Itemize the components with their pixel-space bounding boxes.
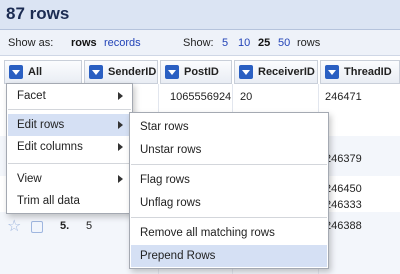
dropdown-arrow-icon[interactable] (165, 65, 179, 79)
dropdown-arrow-icon[interactable] (239, 65, 253, 79)
show-as-label: Show as: (8, 37, 54, 49)
page-size-10-link[interactable]: 10 (238, 30, 250, 56)
column-header-label: PostID (184, 66, 219, 78)
chevron-right-icon (118, 121, 123, 129)
column-header-label: SenderID (108, 66, 157, 78)
menu-item-label: Edit columns (17, 141, 83, 153)
view-options-bar: Show as: rows records Show: 5 10 25 50 r… (0, 30, 400, 56)
page-size-25-selected[interactable]: 25 (258, 30, 270, 56)
menu-item-label: View (17, 173, 42, 185)
menu-separator (131, 217, 327, 218)
cell-threadid: 246388 (325, 220, 362, 232)
all-column-menu: Facet Edit rows Edit columns View Trim a… (6, 83, 133, 214)
menu-item-view[interactable]: View (8, 168, 131, 190)
chevron-right-icon (118, 143, 123, 151)
chevron-right-icon (118, 92, 123, 100)
flag-icon[interactable] (31, 221, 43, 233)
menu-item-label: Trim all data (17, 195, 80, 207)
row-count-title: 87 rows (6, 4, 70, 23)
menu-item-edit-rows[interactable]: Edit rows (8, 114, 131, 136)
show-as-rows[interactable]: rows (71, 30, 97, 56)
menu-separator (8, 109, 131, 110)
cell-threadid: 246450 (325, 183, 362, 195)
page-size-suffix: rows (297, 37, 321, 49)
menu-separator (8, 163, 131, 164)
chevron-right-icon (118, 175, 123, 183)
menu-item-edit-columns[interactable]: Edit columns (8, 136, 131, 158)
cell-receiverid: 20 (240, 91, 253, 103)
cell-threadid: 246379 (325, 153, 362, 165)
star-icon[interactable]: ☆ (7, 216, 21, 236)
column-header-label: ThreadID (344, 66, 392, 78)
menu-item-trim-all-data[interactable]: Trim all data (8, 190, 131, 212)
menu-item-prepend-rows[interactable]: Prepend Rows (131, 245, 327, 267)
menu-item-facet[interactable]: Facet (8, 85, 131, 107)
cell-threadid: 246471 (325, 91, 362, 103)
dropdown-arrow-icon[interactable] (325, 65, 339, 79)
menu-separator (131, 164, 327, 165)
cell-threadid: 246333 (325, 199, 362, 211)
menu-item-unflag-rows[interactable]: Unflag rows (131, 192, 327, 214)
page-size-50-link[interactable]: 50 (278, 30, 290, 56)
column-header-senderid[interactable]: SenderID (84, 60, 158, 84)
cell-senderid: 5 (86, 220, 93, 232)
dropdown-arrow-icon[interactable] (9, 65, 23, 79)
column-header-all[interactable]: All (4, 60, 82, 84)
column-header-postid[interactable]: PostID (160, 60, 232, 84)
row-count-header: 87 rows (0, 0, 400, 30)
menu-item-remove-matching-rows[interactable]: Remove all matching rows (131, 222, 327, 244)
menu-item-label: Facet (17, 90, 46, 102)
menu-item-label: Edit rows (17, 119, 65, 131)
page-size-5-link[interactable]: 5 (222, 30, 228, 56)
column-header-receiverid[interactable]: ReceiverID (234, 60, 318, 84)
column-header-threadid[interactable]: ThreadID (320, 60, 400, 84)
dropdown-arrow-icon[interactable] (89, 65, 103, 79)
cell-postid: 1065556924 (170, 91, 232, 103)
column-header-label: ReceiverID (258, 66, 315, 78)
menu-item-flag-rows[interactable]: Flag rows (131, 169, 327, 191)
column-header-label: All (28, 66, 43, 78)
page-size-label: Show: (183, 37, 214, 49)
row-index: 5. (60, 220, 70, 232)
show-as-records-link[interactable]: records (104, 30, 141, 56)
edit-rows-submenu: Star rows Unstar rows Flag rows Unflag r… (129, 112, 329, 269)
menu-item-star-rows[interactable]: Star rows (131, 116, 327, 138)
menu-item-unstar-rows[interactable]: Unstar rows (131, 139, 327, 161)
